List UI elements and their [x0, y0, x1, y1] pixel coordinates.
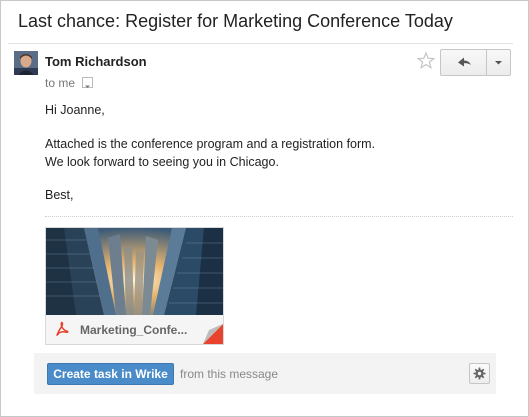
- attachment-thumbnail[interactable]: [46, 228, 223, 315]
- chevron-down-icon: [495, 61, 502, 65]
- create-task-in-wrike-button[interactable]: Create task in Wrike: [47, 363, 174, 385]
- wrike-toolbar: Create task in Wrike from this message: [34, 353, 496, 394]
- attachment-divider: [45, 216, 513, 217]
- email-body-line: We look forward to seeing you in Chicago…: [45, 155, 279, 169]
- attachment-card[interactable]: Marketing_Confe...: [45, 227, 224, 345]
- sender-avatar[interactable]: [14, 51, 38, 75]
- header-divider: [8, 43, 513, 44]
- gear-icon: [473, 367, 486, 380]
- attachment-file-name: Marketing_Confe...: [80, 323, 188, 337]
- pdf-icon: [54, 321, 70, 337]
- wrike-settings-button[interactable]: [469, 363, 490, 384]
- show-details-button[interactable]: [82, 77, 93, 88]
- more-actions-button[interactable]: [486, 49, 511, 76]
- recipient-line: to me: [45, 76, 76, 90]
- email-subject: Last chance: Register for Marketing Conf…: [18, 11, 453, 31]
- wrike-from-message-text: from this message: [180, 367, 279, 381]
- attachment-label[interactable]: Marketing_Confe...: [46, 315, 223, 344]
- email-greeting: Hi Joanne,: [45, 103, 105, 117]
- reply-icon: [458, 57, 471, 67]
- chevron-down-icon: [85, 85, 90, 88]
- attachment-fold-corner: [203, 324, 223, 344]
- reply-button[interactable]: [440, 49, 487, 76]
- email-body-line: Attached is the conference program and a…: [45, 137, 376, 151]
- reply-button-group: [440, 49, 511, 76]
- sender-name[interactable]: Tom Richardson: [45, 54, 147, 69]
- email-signoff: Best,: [45, 188, 74, 202]
- star-icon[interactable]: [416, 51, 436, 71]
